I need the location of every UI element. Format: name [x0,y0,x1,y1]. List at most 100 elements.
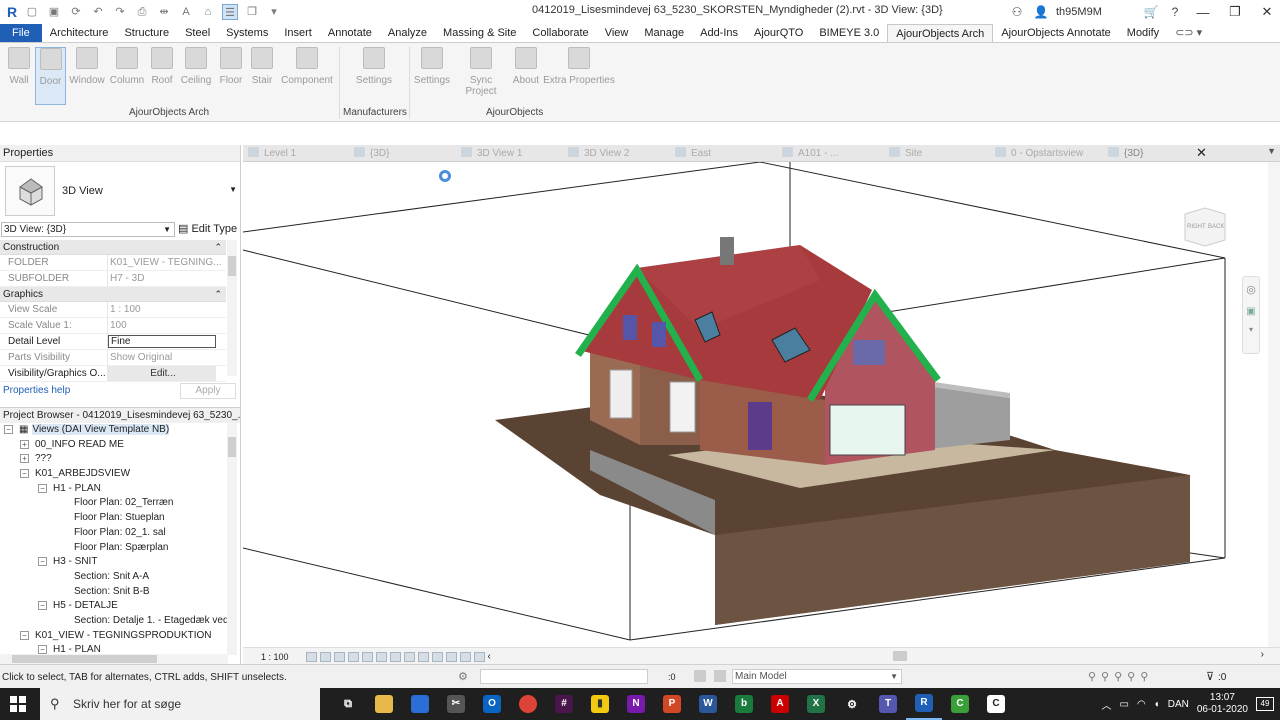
horizontal-scroll-thumb[interactable] [893,651,907,661]
view-tab[interactable]: East [675,147,711,159]
tree-node[interactable]: − H1 - PLAN [0,482,228,497]
clock[interactable]: 13:07 06-01-2020 [1197,692,1248,716]
render-icon[interactable] [361,651,373,662]
view-tab[interactable]: 0 - Opstartsview [995,147,1083,159]
view-tab[interactable]: Level 1 [248,147,296,159]
category-construction[interactable]: Construction ⌃ [0,240,226,255]
view-tab[interactable]: {3D} [354,147,389,159]
taskbar-search[interactable]: ⚲ Skriv her for at søge [40,688,320,720]
tree-node[interactable]: Section: Detalje 1. - Etagedæk ved [0,614,228,629]
close-button[interactable]: ✕ [1254,4,1280,20]
edit-visibility-button[interactable]: Edit... [108,366,216,381]
tree-node[interactable]: Section: Snit B-B [0,585,228,600]
worksharing-icon[interactable]: ⚙ [458,670,468,683]
file-explorer-icon[interactable] [366,688,402,720]
chevron-right-icon[interactable]: › [1261,649,1264,660]
snipping-icon[interactable]: ✂ [438,688,474,720]
network-icon[interactable]: ▭ [1119,699,1128,710]
chevron-up-icon[interactable]: ︿ [1101,697,1111,712]
tab-view[interactable]: View [597,24,637,42]
bluebeam-icon[interactable]: b [726,688,762,720]
tab-steel[interactable]: Steel [177,24,218,42]
extra-properties-button[interactable]: Extra Properties [543,47,615,105]
thin-lines-icon[interactable]: ☰ [222,4,238,20]
acrobat-icon[interactable]: A [762,688,798,720]
tree-node[interactable]: Floor Plan: 02_1. sal [0,526,228,541]
visual-style-icon[interactable] [319,651,331,662]
show-crop-icon[interactable] [389,651,401,662]
view-tab[interactable]: A101 - ... [782,147,839,159]
language-indicator[interactable]: DAN [1168,699,1189,710]
tab-modify[interactable]: Modify [1119,24,1167,42]
property-row[interactable]: View Scale 1 : 100 [0,302,226,318]
view-cube[interactable]: RIGHT BACK [1181,206,1229,254]
tab-insert[interactable]: Insert [276,24,320,42]
column-button[interactable]: Column [108,47,146,105]
close-view-icon[interactable]: ✕ [1196,145,1207,161]
browser-horizontal-scrollbar[interactable] [0,654,228,664]
temporary-properties-icon[interactable] [445,651,457,662]
sync-project-button[interactable]: Sync Project [453,47,509,105]
lock-view-icon[interactable] [403,651,415,662]
wall-button[interactable]: Wall [4,47,34,105]
manufacturers-settings-button[interactable]: Settings [352,47,396,105]
revit-logo[interactable]: R [4,4,20,20]
outlook-icon[interactable]: O [474,688,510,720]
window-button[interactable]: Window [68,47,106,105]
door-button[interactable]: Door [35,47,66,105]
detail-level-field[interactable]: Fine [108,335,216,348]
user-icon[interactable]: 👤 [1032,5,1050,19]
tree-node[interactable]: +00_INFO READ ME [0,438,228,453]
view-tab[interactable]: Site [889,147,922,159]
settings-icon[interactable]: ⚙ [834,688,870,720]
store-icon[interactable] [402,688,438,720]
sun-path-icon[interactable] [333,651,345,662]
tab-structure[interactable]: Structure [116,24,177,42]
tree-node[interactable]: Floor Plan: 02_Terræn [0,496,228,511]
properties-help-link[interactable]: Properties help [3,385,70,396]
cart-icon[interactable]: 🛒 [1142,5,1160,19]
slack-icon[interactable]: # [546,688,582,720]
print-icon[interactable]: ⎙ [134,4,150,20]
ribbon-options-icon[interactable]: ⊂⊃ ▾ [1167,24,1210,42]
task-view-icon[interactable]: ⧉ [330,688,366,720]
instance-selector[interactable]: 3D View: {3D} ▼ [1,222,175,237]
canvas-vertical-scrollbar[interactable] [1268,162,1280,647]
floor-button[interactable]: Floor [216,47,246,105]
tab-file[interactable]: File [0,24,42,42]
chrome-icon[interactable] [510,688,546,720]
onenote-icon[interactable]: N [618,688,654,720]
type-selector[interactable]: 3D View ▼ [0,162,241,220]
undo-icon[interactable]: ↶ [90,4,106,20]
chevron-down-icon[interactable]: ▼ [229,185,237,194]
tree-node[interactable]: − K01_ARBEJDSVIEW [0,467,228,482]
save-icon[interactable]: ▣ [46,4,62,20]
apply-button[interactable]: Apply [180,383,236,399]
selection-toggles[interactable]: ⚲⚲⚲⚲⚲ [1088,670,1153,683]
switch-windows-icon[interactable]: ❐ [244,4,260,20]
ajourobjects-settings-button[interactable]: Settings [412,47,452,105]
tab-collaborate[interactable]: Collaborate [524,24,596,42]
tab-architecture[interactable]: Architecture [42,24,117,42]
tab-ajourobjects-arch[interactable]: AjourObjects Arch [887,24,994,42]
volume-icon[interactable]: ◖ [1154,699,1160,710]
property-row[interactable]: Parts Visibility Show Original [0,350,226,366]
detail-level-icon[interactable] [305,651,317,662]
stair-button[interactable]: Stair [248,47,276,105]
highlight-icon[interactable] [473,651,485,662]
nav-menu-icon[interactable]: ▾ [1243,325,1259,334]
exchange-icon[interactable]: ⚇ [1008,5,1026,19]
hide-isolate-icon[interactable] [417,651,429,662]
edit-type-button[interactable]: ▤ Edit Type [178,222,237,235]
measure-icon[interactable]: ⇹ [156,4,172,20]
analytical-icon[interactable] [459,651,471,662]
tab-ajourqto[interactable]: AjourQTO [746,24,811,42]
tree-node[interactable]: +??? [0,452,228,467]
tab-analyze[interactable]: Analyze [380,24,435,42]
shadows-icon[interactable] [347,651,359,662]
chevron-left-icon[interactable]: ‹ [488,651,491,662]
tab-bimeye[interactable]: BIMEYE 3.0 [811,24,887,42]
excel-icon[interactable]: X [798,688,834,720]
3d-view-canvas[interactable]: RIGHT BACK ◎ ▣ ▾ [243,162,1268,647]
properties-scrollbar[interactable] [227,240,237,376]
